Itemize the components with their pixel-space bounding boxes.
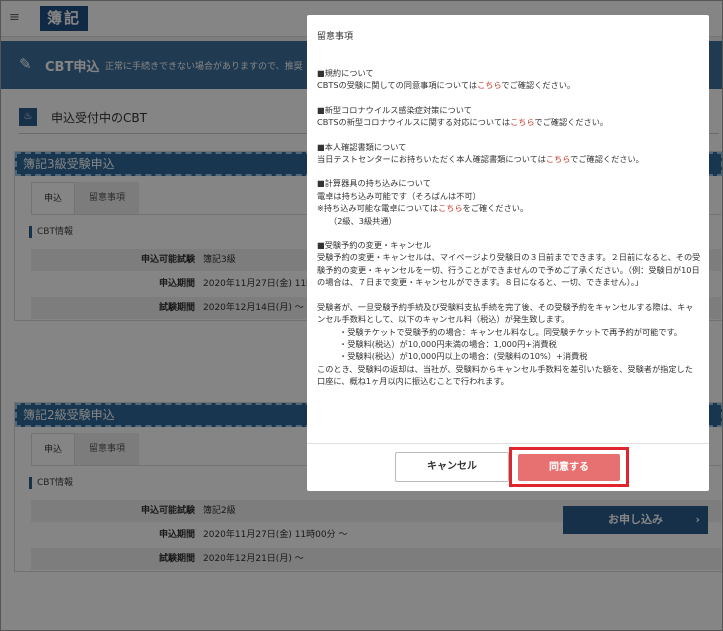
- modal-body: ■規約について CBTSの受験に関しての同意事項についてはこちらでご確認ください…: [317, 67, 701, 388]
- cancel-button[interactable]: キャンセル: [395, 452, 509, 482]
- section-text: このとき、受験料の返却は、当社が、受験料からキャンセル手数料を差引いた額を、受験…: [317, 363, 693, 387]
- section-text: ※持ち込み可能な電卓についてはこちらをご確ください。: [317, 203, 529, 214]
- calculator-link[interactable]: こちら: [438, 203, 463, 213]
- id-docs-link[interactable]: こちら: [546, 154, 570, 164]
- section-heading: ■本人確認書類について: [317, 141, 407, 152]
- highlight-box: 同意する: [509, 447, 629, 487]
- modal-title: 留意事項: [317, 32, 354, 42]
- section-text: ・受験料(税込）が10,000円以上の場合：(受験料の10%）+消費税: [339, 351, 588, 362]
- section-heading: ■計算器具の持ち込みについて: [317, 178, 431, 189]
- section-text: 受験予約の変更・キャンセルは、マイページより受験日の３日前までできます。２日前に…: [317, 252, 701, 288]
- section-text: CBTSの新型コロナウイルスに関する対応についてはこちらでご確認ください。: [317, 117, 609, 128]
- section-text: （2級、3級共通）: [329, 215, 397, 226]
- section-heading: ■規約について: [317, 68, 374, 78]
- section-text: ・受験料(税込）が10,000円未満の場合：1,000円+消費税: [339, 338, 557, 349]
- section-text: ・受験チケットで受験予約の場合：キャンセル料なし。同受験チケットで再予約が可能で…: [339, 326, 683, 337]
- section-text: 電卓は持ち込み可能です（そろばんは不可）: [317, 190, 481, 201]
- section-text: CBTSの受験に関しての同意事項についてはこちらでご確認ください。: [317, 80, 576, 91]
- notes-modal: 留意事項 ■規約について CBTSの受験に関しての同意事項についてはこちらでご確…: [307, 15, 709, 491]
- agree-button[interactable]: 同意する: [518, 454, 620, 481]
- app-frame: ≡ 簿記 ✎ CBT申込 正常に手続きできない場合がありますので、推奨 ♨ 申込…: [0, 0, 723, 631]
- divider: [307, 443, 709, 444]
- section-text: 当日テストセンターにお持ちいただく本人確認書類についてはこちらでご確認ください。: [317, 154, 644, 165]
- section-heading: ■受験予約の変更・キャンセル: [317, 240, 432, 251]
- covid-link[interactable]: こちら: [510, 117, 534, 127]
- section-text: 受験者が、一旦受験予約手続及び受験料支払手続を完了後、その受験予約をキャンセルす…: [317, 301, 694, 325]
- terms-link[interactable]: こちら: [477, 80, 501, 90]
- section-heading: ■新型コロナウイルス感染症対策について: [317, 104, 472, 115]
